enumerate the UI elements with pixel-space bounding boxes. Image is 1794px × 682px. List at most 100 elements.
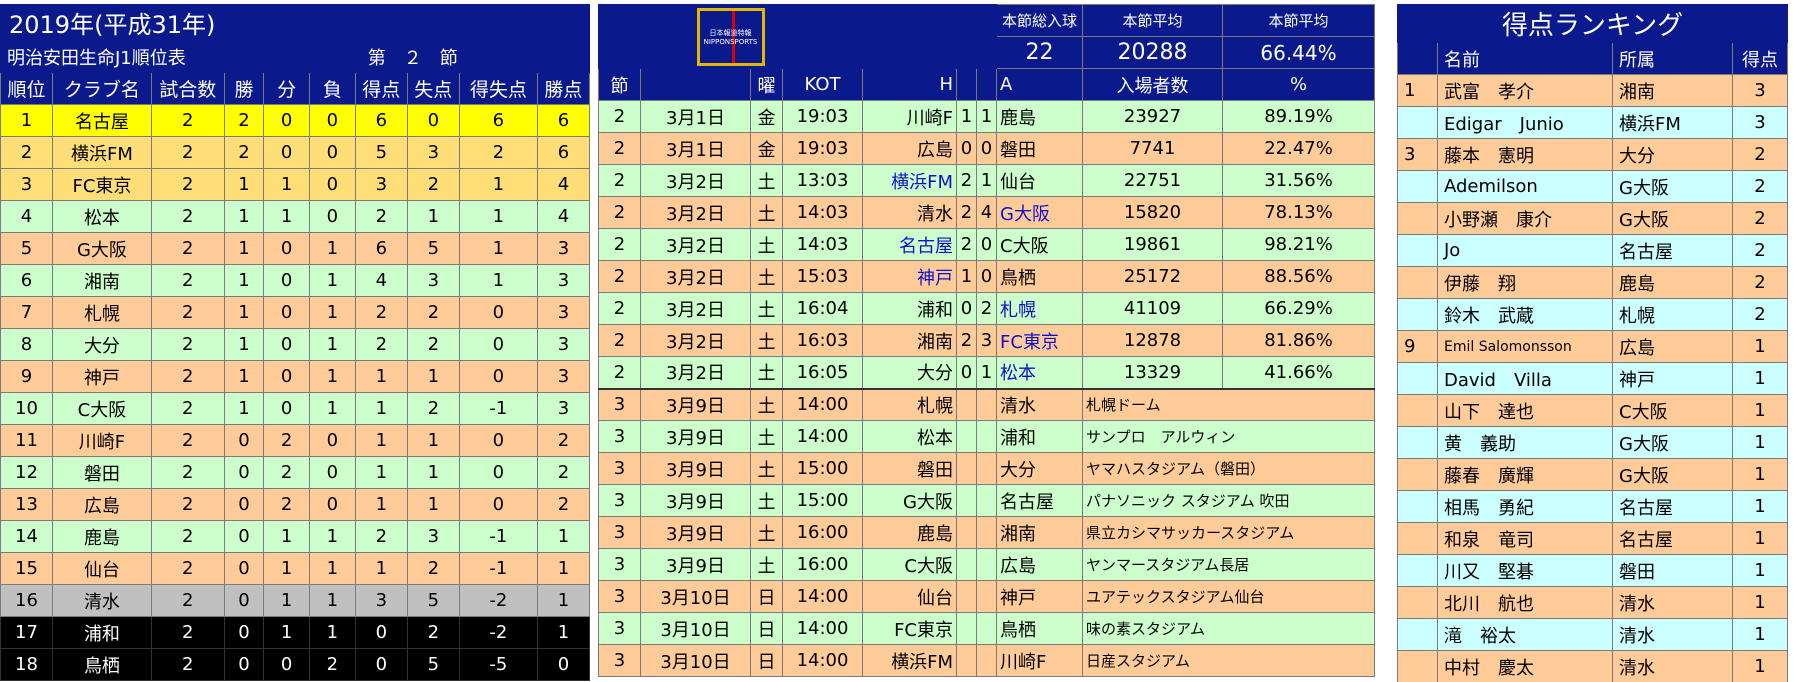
upcoming-match-row: 3 3月9日土 15:00 G大阪 名古屋 パナソニック スタジアム 吹田 bbox=[598, 484, 1376, 517]
standings-cell: 0 bbox=[263, 392, 310, 425]
ranking-cell: G大阪 bbox=[1612, 170, 1733, 203]
standings-cell: 1 bbox=[309, 328, 356, 361]
ranking-cell: 広島 bbox=[1612, 330, 1733, 363]
match-home-team: G大阪 bbox=[862, 484, 957, 517]
standings-cell: 3 bbox=[536, 392, 591, 425]
match-date: 3月9日 bbox=[640, 387, 751, 421]
standings-cell: 3 bbox=[536, 328, 591, 361]
match-home-team: 横浜FM bbox=[862, 164, 957, 197]
match-home-score: 2 bbox=[956, 164, 977, 197]
match-away-score: 1 bbox=[975, 164, 998, 197]
ranking-cell: 札幌 bbox=[1612, 298, 1733, 331]
standings-cell: 0 bbox=[263, 136, 310, 169]
upcoming-match-row: 3 3月9日土 16:00 鹿島 湘南 県立カシマサッカースタジアム bbox=[598, 516, 1376, 549]
standings-cell: 5 bbox=[406, 232, 460, 265]
ranking-cell bbox=[1397, 618, 1438, 651]
standings-cell: G大阪 bbox=[52, 232, 152, 265]
standings-row: 16 清水 2 0 1 1 3 5 -2 1 bbox=[0, 584, 591, 617]
standings-cell: 1 bbox=[223, 168, 265, 201]
standings-cell: 6 bbox=[354, 232, 408, 265]
standings-cell: 1 bbox=[309, 552, 356, 585]
standings-cell: 12 bbox=[0, 456, 54, 489]
ranking-cell: 清水 bbox=[1612, 650, 1733, 682]
standings-cell: 6 bbox=[536, 136, 591, 169]
ranking-cell: 滝 裕太 bbox=[1437, 618, 1613, 651]
standings-cell: 清水 bbox=[52, 584, 152, 617]
standings-cell: 2 bbox=[354, 328, 408, 361]
match-home-score: 0 bbox=[956, 356, 977, 389]
ranking-cell: 武富 孝介 bbox=[1437, 74, 1613, 107]
standings-cell: -1 bbox=[458, 392, 538, 425]
ranking-cell bbox=[1397, 234, 1438, 267]
matches-table: 日本報道特報 NIPPONSPORTS 本節総入球 本節平均 本節平均 22 20… bbox=[598, 4, 1376, 677]
match-date: 3月9日 bbox=[640, 548, 751, 581]
ranking-row: 相馬 勇紀 名古屋 1 bbox=[1397, 490, 1789, 523]
match-home-score: 2 bbox=[956, 228, 977, 261]
ranking-col-header: 所属 bbox=[1612, 42, 1733, 75]
standings-cell: -2 bbox=[458, 584, 538, 617]
standings-cell: 6 bbox=[354, 104, 408, 137]
standings-col-header: 順位 bbox=[0, 72, 54, 105]
standings-cell: 1 bbox=[536, 584, 591, 617]
standings-cell: 1 bbox=[223, 392, 265, 425]
standings-cell: 0 bbox=[458, 424, 538, 457]
standings-cell: 4 bbox=[536, 200, 591, 233]
match-date: 3月2日 bbox=[640, 292, 751, 325]
match-kickoff: 14:00 bbox=[782, 420, 863, 453]
ranking-cell: 1 bbox=[1731, 650, 1789, 682]
ranking-cell: 1 bbox=[1731, 490, 1789, 523]
standings-row: 18 鳥栖 2 0 0 2 0 5 -5 0 bbox=[0, 648, 591, 681]
match-date: 3月1日 bbox=[640, 132, 751, 165]
matches-col-header bbox=[956, 68, 977, 101]
standings-cell: 0 bbox=[458, 456, 538, 489]
matches-col-header bbox=[975, 68, 998, 101]
ranking-cell: 鈴木 武蔵 bbox=[1437, 298, 1613, 331]
standings-col-header: 勝 bbox=[223, 72, 265, 105]
standings-col-header: 試合数 bbox=[150, 72, 225, 105]
match-away-score: 4 bbox=[975, 196, 998, 229]
standings-cell: 1 bbox=[263, 168, 310, 201]
ranking-cell: 1 bbox=[1731, 426, 1789, 459]
standings-cell: 2 bbox=[536, 424, 591, 457]
match-away-team: C大阪 bbox=[996, 228, 1084, 261]
match-weekday: 土 bbox=[750, 228, 783, 261]
ranking-row: 鈴木 武蔵 札幌 2 bbox=[1397, 298, 1789, 331]
empty-score bbox=[956, 420, 977, 453]
standings-cell: 5 bbox=[406, 648, 460, 681]
ranking-cell bbox=[1397, 266, 1438, 299]
upcoming-match-row: 3 3月9日土 14:00 札幌 清水 札幌ドーム bbox=[598, 387, 1376, 421]
match-home-team: 磐田 bbox=[862, 452, 957, 485]
match-section: 3 bbox=[598, 516, 641, 549]
match-kickoff: 15:00 bbox=[782, 484, 863, 517]
standings-cell: 1 bbox=[223, 232, 265, 265]
standings-cell: C大阪 bbox=[52, 392, 152, 425]
ranking-cell: 湘南 bbox=[1612, 74, 1733, 107]
standings-cell: 7 bbox=[0, 296, 54, 329]
summary-total-goals: 22 bbox=[996, 36, 1084, 69]
ranking-cell: 3 bbox=[1397, 138, 1438, 171]
standings-cell: 2 bbox=[150, 200, 225, 233]
match-date: 3月9日 bbox=[640, 484, 751, 517]
match-kickoff: 16:00 bbox=[782, 516, 863, 549]
ranking-cell: Emil Salomonsson bbox=[1437, 330, 1613, 363]
standings-cell: 1 bbox=[536, 552, 591, 585]
standings-cell: 1 bbox=[309, 616, 356, 649]
standings-col-header: 得失点 bbox=[458, 72, 538, 105]
ranking-cell: C大阪 bbox=[1612, 394, 1733, 427]
match-row: 2 3月2日土 14:03 名古屋 2 0 C大阪 19861 98.21% bbox=[598, 228, 1376, 261]
match-row: 2 3月2日土 16:05 大分 0 1 松本 13329 41.66% bbox=[598, 356, 1376, 389]
ranking-col-header bbox=[1397, 42, 1438, 75]
ranking-cell bbox=[1397, 298, 1438, 331]
ranking-cell bbox=[1397, 202, 1438, 235]
match-section: 3 bbox=[598, 644, 641, 677]
upcoming-match-row: 3 3月10日日 14:00 仙台 神戸 ユアテックスタジアム仙台 bbox=[598, 580, 1376, 613]
standings-cell: 1 bbox=[0, 104, 54, 137]
ranking-cell: 藤本 憲明 bbox=[1437, 138, 1613, 171]
match-date: 3月2日 bbox=[640, 164, 751, 197]
match-weekday: 金 bbox=[750, 132, 783, 165]
match-venue: ユアテックスタジアム仙台 bbox=[1082, 580, 1376, 613]
standings-cell: 2 bbox=[150, 488, 225, 521]
ranking-row: 1 武富 孝介 湘南 3 bbox=[1397, 74, 1789, 107]
standings-cell: 0 bbox=[458, 296, 538, 329]
ranking-cell bbox=[1397, 650, 1438, 682]
